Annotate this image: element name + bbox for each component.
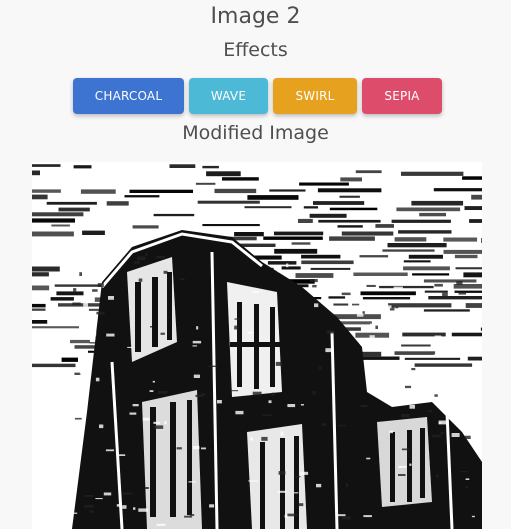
- page-title: Image 2: [210, 4, 301, 29]
- image-effects-page: Image 2 Effects CHARCOAL WAVE SWIRL SEPI…: [0, 0, 511, 529]
- effects-heading: Effects: [223, 39, 288, 61]
- modified-image: [32, 162, 482, 529]
- modified-image-heading: Modified Image: [182, 122, 329, 144]
- charcoal-button[interactable]: CHARCOAL: [73, 78, 184, 114]
- sepia-button[interactable]: SEPIA: [362, 78, 442, 114]
- charcoal-building-image: [32, 162, 482, 529]
- effects-button-group: CHARCOAL WAVE SWIRL SEPIA: [73, 78, 442, 114]
- swirl-button[interactable]: SWIRL: [273, 78, 357, 114]
- wave-button[interactable]: WAVE: [189, 78, 268, 114]
